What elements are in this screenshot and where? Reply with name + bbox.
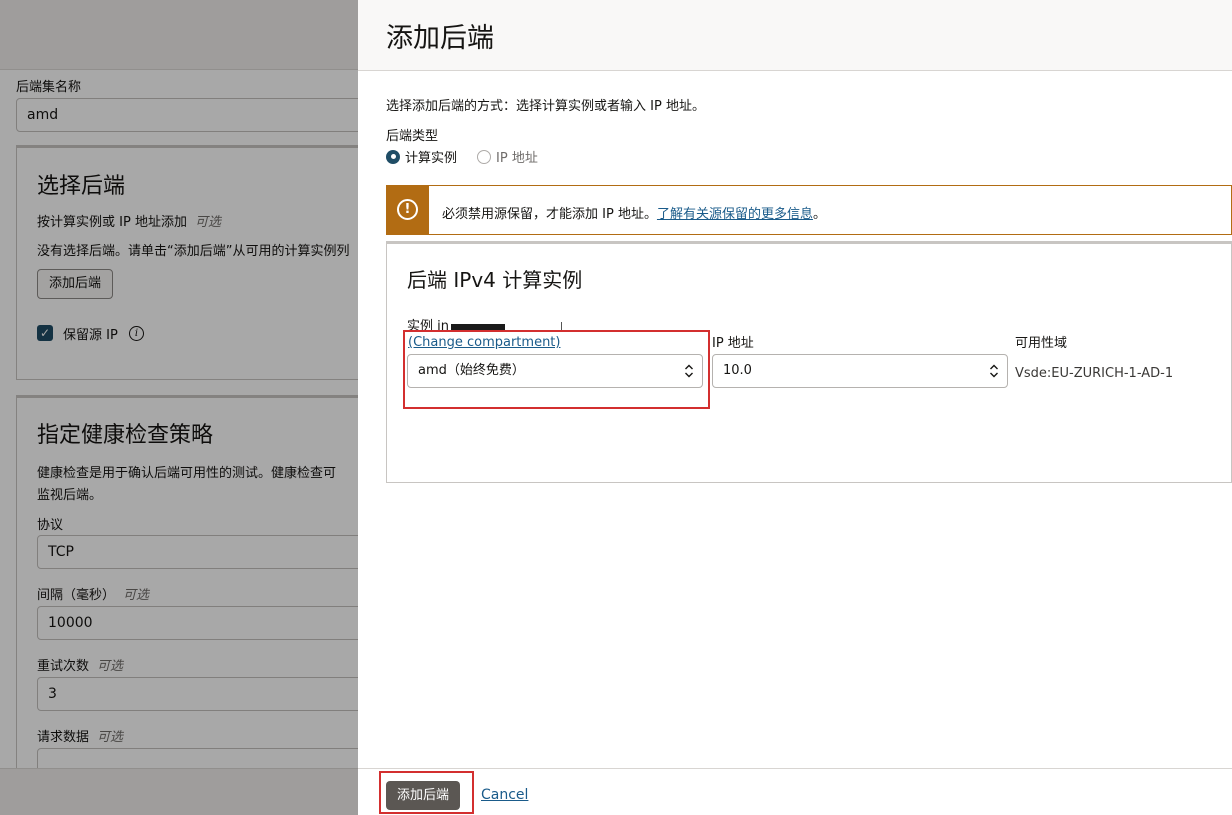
radio-unselected-icon	[477, 149, 492, 164]
radio-ip-address-label: IP 地址	[496, 151, 538, 166]
cancel-link[interactable]: Cancel	[481, 787, 528, 803]
availability-domain-label: 可用性域	[1015, 336, 1068, 351]
select-chevron-icon	[990, 364, 998, 378]
ip-address-select[interactable]: 10.0	[712, 354, 1008, 388]
ip-address-label: IP 地址	[712, 336, 754, 351]
add-backend-panel: 添加后端 选择添加后端的方式：选择计算实例或者输入 IP 地址。 后端类型 计算…	[358, 0, 1232, 815]
radio-selected-icon	[386, 149, 400, 164]
backend-card-title: 后端 IPv4 计算实例	[407, 268, 583, 292]
radio-compute-instance-label: 计算实例	[405, 151, 458, 166]
radio-ip-address[interactable]: IP 地址	[477, 147, 538, 166]
backend-type-radio-group: 计算实例 IP 地址	[386, 147, 558, 166]
panel-header: 添加后端	[358, 0, 1232, 71]
add-button-highlight-box	[379, 771, 474, 814]
panel-instructions: 选择添加后端的方式：选择计算实例或者输入 IP 地址。	[386, 99, 705, 114]
panel-title: 添加后端	[386, 23, 494, 54]
backend-type-label: 后端类型	[386, 129, 439, 144]
radio-compute-instance[interactable]: 计算实例	[386, 147, 457, 166]
learn-more-link[interactable]: 了解有关源保留的更多信息	[657, 207, 813, 222]
availability-domain-value: Vsde:EU-ZURICH-1-AD-1	[1015, 366, 1174, 381]
panel-footer: 添加后端 Cancel	[358, 768, 1232, 815]
backend-ipv4-card: 后端 IPv4 计算实例 实例 in (Change compartment) …	[386, 241, 1232, 483]
source-preservation-warning: ! 必须禁用源保留，才能添加 IP 地址。了解有关源保留的更多信息。	[386, 185, 1232, 235]
instance-highlight-box	[403, 330, 710, 409]
warning-icon-box: !	[387, 186, 429, 234]
ip-address-value: 10.0	[723, 363, 752, 378]
warning-circle-icon: !	[397, 199, 418, 220]
warning-message: 必须禁用源保留，才能添加 IP 地址。了解有关源保留的更多信息。	[442, 207, 826, 222]
